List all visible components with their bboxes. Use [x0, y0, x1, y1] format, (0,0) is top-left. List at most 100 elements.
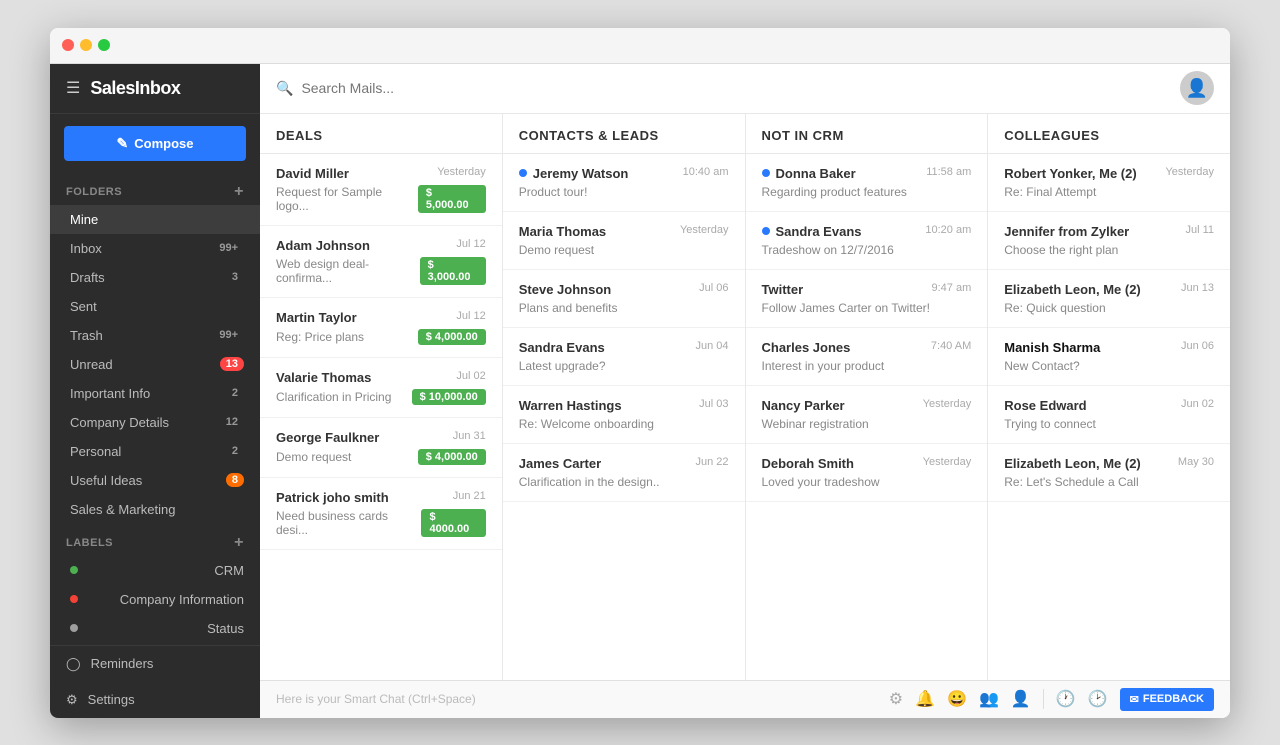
mail-preview: New Contact?: [1004, 359, 1214, 373]
mail-item[interactable]: Rose EdwardJun 02Trying to connect: [988, 386, 1230, 444]
mail-sender: James Carter: [519, 456, 601, 471]
label-item-company-information[interactable]: Company Information: [50, 585, 260, 614]
mail-item-top: Deborah SmithYesterday: [762, 456, 972, 471]
sender-area: Nancy Parker: [762, 398, 845, 413]
sidebar-item-useful-ideas[interactable]: Useful Ideas8: [50, 466, 260, 495]
mail-item[interactable]: Patrick joho smithJun 21Need business ca…: [260, 478, 502, 550]
mail-item[interactable]: Manish SharmaJun 06New Contact?: [988, 328, 1230, 386]
mail-item[interactable]: Jennifer from ZylkerJul 11Choose the rig…: [988, 212, 1230, 270]
history-icon[interactable]: 🕑: [1088, 689, 1108, 709]
mail-item[interactable]: Twitter9:47 amFollow James Carter on Twi…: [746, 270, 988, 328]
notification-icon[interactable]: 🔔: [915, 689, 935, 709]
mail-item-top: Martin TaylorJul 12: [276, 310, 486, 325]
label-dot: [70, 566, 78, 574]
avatar: 👤: [1180, 71, 1214, 105]
label-dot: [70, 624, 78, 632]
mail-date: Yesterday: [1165, 166, 1214, 178]
settings-label: Settings: [88, 692, 135, 707]
deal-badge: $ 4,000.00: [418, 329, 486, 345]
mail-item[interactable]: Deborah SmithYesterdayLoved your tradesh…: [746, 444, 988, 502]
mail-item[interactable]: Jeremy Watson10:40 amProduct tour!: [503, 154, 745, 212]
mail-item[interactable]: Robert Yonker, Me (2)YesterdayRe: Final …: [988, 154, 1230, 212]
mail-item[interactable]: Martin TaylorJul 12Reg: Price plans$ 4,0…: [260, 298, 502, 358]
labels-add-icon[interactable]: +: [234, 534, 244, 552]
sidebar-item-company-details[interactable]: Company Details12: [50, 408, 260, 437]
sidebar-item-important-info[interactable]: Important Info2: [50, 379, 260, 408]
sidebar-item-sent[interactable]: Sent: [50, 292, 260, 321]
sidebar-item-drafts[interactable]: Drafts3: [50, 263, 260, 292]
mail-item[interactable]: James CarterJun 22Clarification in the d…: [503, 444, 745, 502]
mail-item[interactable]: Elizabeth Leon, Me (2)Jun 13Re: Quick qu…: [988, 270, 1230, 328]
maximize-button[interactable]: [98, 39, 110, 51]
titlebar: [50, 28, 1230, 64]
mail-date: Yesterday: [437, 166, 486, 178]
mail-sender: Manish Sharma: [1004, 340, 1100, 355]
mail-item[interactable]: Nancy ParkerYesterdayWebinar registratio…: [746, 386, 988, 444]
mail-item[interactable]: David MillerYesterdayRequest for Sample …: [260, 154, 502, 226]
label-item-status[interactable]: Status: [50, 614, 260, 643]
search-area: 🔍: [276, 80, 1180, 97]
sidebar-item-mine[interactable]: Mine: [50, 205, 260, 234]
label-item-crm[interactable]: CRM: [50, 556, 260, 585]
sidebar-item-personal[interactable]: Personal2: [50, 437, 260, 466]
mail-date: Yesterday: [923, 456, 972, 468]
mail-item[interactable]: Adam JohnsonJul 12Web design deal-confir…: [260, 226, 502, 298]
mail-sender: Elizabeth Leon, Me (2): [1004, 456, 1141, 471]
column-notincrm: NOT IN CRMDonna Baker11:58 amRegarding p…: [746, 114, 989, 680]
compose-icon: ✎: [117, 135, 129, 152]
sender-area: David Miller: [276, 166, 349, 181]
close-button[interactable]: [62, 39, 74, 51]
mail-item-top: George FaulknerJun 31: [276, 430, 486, 445]
clock-icon[interactable]: 🕐: [1056, 689, 1076, 709]
sender-area: Patrick joho smith: [276, 490, 389, 505]
sender-area: Rose Edward: [1004, 398, 1086, 413]
deal-badge: $ 5,000.00: [418, 185, 486, 213]
mail-sender: Valarie Thomas: [276, 370, 371, 385]
settings-item[interactable]: ⚙ Settings: [50, 682, 260, 718]
mail-item[interactable]: George FaulknerJun 31Demo request$ 4,000…: [260, 418, 502, 478]
sidebar-item-inbox[interactable]: Inbox99+: [50, 234, 260, 263]
nav-label: Personal: [70, 444, 121, 459]
mail-sender: Charles Jones: [762, 340, 851, 355]
sidebar-item-unread[interactable]: Unread13: [50, 350, 260, 379]
emoji-icon[interactable]: 😀: [947, 689, 967, 709]
mail-sender: Jennifer from Zylker: [1004, 224, 1129, 239]
mail-item[interactable]: Warren HastingsJul 03Re: Welcome onboard…: [503, 386, 745, 444]
compose-button[interactable]: ✎ Compose: [64, 126, 246, 161]
app-logo: SalesInbox: [90, 78, 180, 99]
sender-area: Adam Johnson: [276, 238, 370, 253]
folders-add-icon[interactable]: +: [234, 183, 244, 201]
search-input[interactable]: [301, 80, 601, 96]
mail-sender: Adam Johnson: [276, 238, 370, 253]
sidebar-item-trash[interactable]: Trash99+: [50, 321, 260, 350]
mail-item[interactable]: Maria ThomasYesterdayDemo request: [503, 212, 745, 270]
sidebar: ☰ SalesInbox ✎ Compose Folders + Mine In…: [50, 64, 260, 718]
mail-date: Yesterday: [923, 398, 972, 410]
reminders-item[interactable]: ◯ Reminders: [50, 646, 260, 682]
mail-sender: Steve Johnson: [519, 282, 611, 297]
mail-item-top: Jennifer from ZylkerJul 11: [1004, 224, 1214, 239]
hamburger-icon[interactable]: ☰: [66, 78, 80, 98]
mail-item[interactable]: Charles Jones7:40 AMInterest in your pro…: [746, 328, 988, 386]
mail-preview: Clarification in Pricing: [276, 390, 391, 404]
mail-item[interactable]: Sandra Evans10:20 amTradeshow on 12/7/20…: [746, 212, 988, 270]
sender-area: Warren Hastings: [519, 398, 622, 413]
mail-sender: Elizabeth Leon, Me (2): [1004, 282, 1141, 297]
sidebar-item-sales-&-marketing[interactable]: Sales & Marketing: [50, 495, 260, 524]
minimize-button[interactable]: [80, 39, 92, 51]
mail-item[interactable]: Donna Baker11:58 amRegarding product fea…: [746, 154, 988, 212]
nav-label: Inbox: [70, 241, 102, 256]
mail-preview: Follow James Carter on Twitter!: [762, 301, 972, 315]
mail-date: Jul 02: [456, 370, 485, 382]
mail-item[interactable]: Elizabeth Leon, Me (2)May 30Re: Let's Sc…: [988, 444, 1230, 502]
mail-preview: Interest in your product: [762, 359, 972, 373]
reminders-label: Reminders: [91, 656, 154, 671]
feedback-button[interactable]: ✉ FEEDBACK: [1120, 688, 1214, 711]
mail-item[interactable]: Valarie Thomas Jul 02 Clarification in Pri…: [260, 358, 502, 418]
mail-item[interactable]: Steve JohnsonJul 06Plans and benefits: [503, 270, 745, 328]
settings-bottom-icon[interactable]: ⚙: [889, 689, 903, 709]
mail-item-top: Sandra EvansJun 04: [519, 340, 729, 355]
mail-item[interactable]: Sandra EvansJun 04Latest upgrade?: [503, 328, 745, 386]
person-icon[interactable]: 👤: [1011, 689, 1031, 709]
people-icon[interactable]: 👥: [979, 689, 999, 709]
